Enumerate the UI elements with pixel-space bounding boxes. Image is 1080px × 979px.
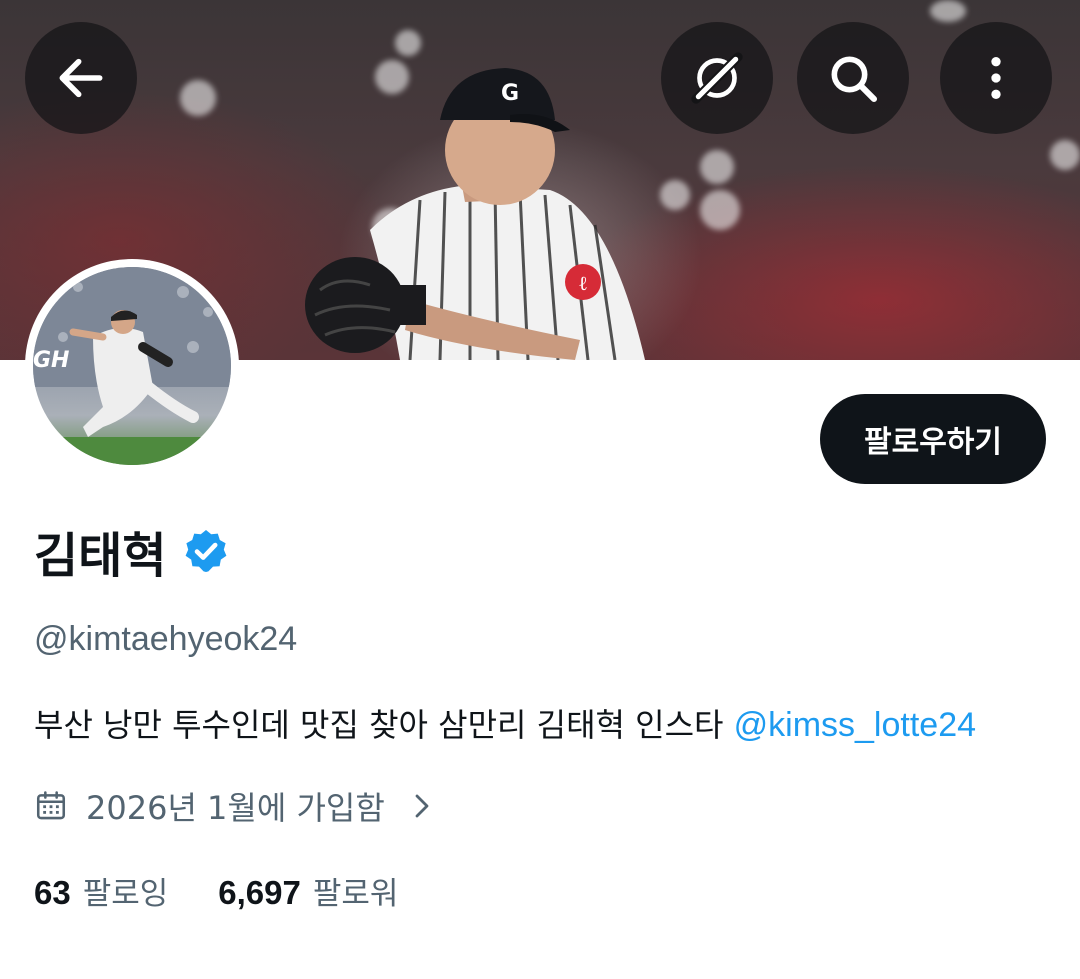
search-button[interactable] xyxy=(797,22,909,134)
verified-badge-icon[interactable] xyxy=(182,527,230,575)
search-icon xyxy=(831,56,878,103)
following-label: 팔로잉 xyxy=(82,875,169,912)
grok-button[interactable] xyxy=(661,22,773,134)
svg-text:ℓ: ℓ xyxy=(578,271,588,295)
followers-count: 6,697 xyxy=(218,873,301,911)
calendar-icon xyxy=(36,791,66,820)
more-options-button[interactable] xyxy=(940,22,1052,134)
player-photo: ℓ G xyxy=(305,68,645,360)
arrow-left-icon xyxy=(59,58,103,98)
grok-slash-icon xyxy=(691,52,743,104)
joined-date-row[interactable]: 2026년 1월에 가입함 xyxy=(34,782,437,830)
follow-stats: 63 팔로잉 6,697 팔로워 xyxy=(34,866,398,914)
avatar-photo: GH xyxy=(33,267,231,465)
joined-date-text: 2026년 1월에 가입함 xyxy=(86,789,385,827)
bio: 부산 낭만 투수인데 맛집 찾아 삼만리 김태혁 인스타 @kimss_lott… xyxy=(34,700,976,746)
name-row: 김태혁 xyxy=(34,518,230,584)
following-stat[interactable]: 63 팔로잉 xyxy=(34,868,168,913)
more-vertical-icon xyxy=(991,57,1001,99)
bio-text: 부산 낭만 투수인데 맛집 찾아 삼만리 김태혁 인스타 xyxy=(34,706,734,744)
followers-stat[interactable]: 6,697 팔로워 xyxy=(218,868,398,913)
display-name: 김태혁 xyxy=(34,528,167,584)
followers-label: 팔로워 xyxy=(312,875,399,912)
svg-text:G: G xyxy=(501,81,519,106)
chevron-right-icon xyxy=(415,794,429,818)
following-count: 63 xyxy=(34,873,71,911)
follow-button[interactable]: 팔로우하기 xyxy=(820,394,1046,484)
svg-text:GH: GH xyxy=(33,348,69,373)
avatar[interactable]: GH xyxy=(25,259,239,473)
username-handle: @kimtaehyeok24 xyxy=(34,620,298,658)
bio-mention-link[interactable]: @kimss_lotte24 xyxy=(734,706,976,744)
back-button[interactable] xyxy=(25,22,137,134)
